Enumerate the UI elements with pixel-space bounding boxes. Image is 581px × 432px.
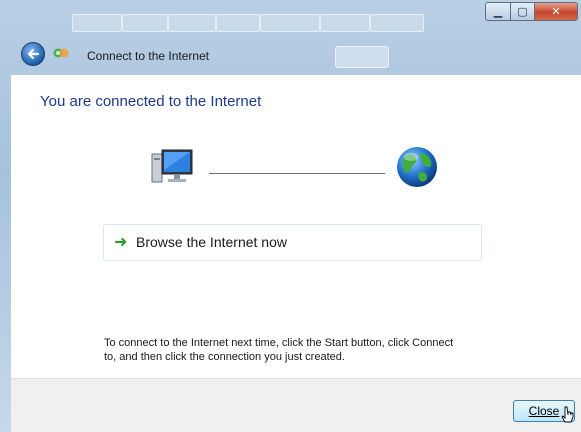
back-button[interactable]: [21, 42, 45, 66]
instruction-text: To connect to the Internet next time, cl…: [104, 337, 454, 363]
window-title: Connect to the Internet: [87, 49, 210, 63]
page-title: You are connected to the Internet: [40, 93, 262, 110]
footer-bar: [11, 378, 581, 432]
background-tab: [168, 14, 216, 32]
maximize-button[interactable]: ▢: [510, 2, 535, 21]
background-tab: [216, 14, 260, 32]
back-arrow-icon: [27, 48, 40, 60]
minimize-button[interactable]: ▁: [485, 2, 511, 21]
background-tab: [370, 14, 424, 32]
background-tab: [122, 14, 168, 32]
browse-internet-label: Browse the Internet now: [136, 234, 287, 250]
close-window-button[interactable]: ✕: [534, 2, 578, 21]
mouse-cursor-icon: [561, 406, 574, 423]
close-button-label: Close: [528, 404, 560, 418]
background-tab: [320, 14, 370, 32]
globe-icon: [397, 147, 437, 187]
connection-line: [209, 173, 385, 174]
green-arrow-icon: ➜: [114, 232, 128, 251]
background-tab: [72, 14, 122, 32]
network-icon: [53, 48, 69, 58]
computer-icon: [151, 149, 193, 183]
background-tab: [260, 14, 320, 32]
dialog-window: ▁ ▢ ✕ Connect to the Internet You are co…: [0, 0, 581, 432]
background-button: [335, 46, 389, 68]
browse-internet-link[interactable]: ➜ Browse the Internet now: [103, 224, 482, 261]
